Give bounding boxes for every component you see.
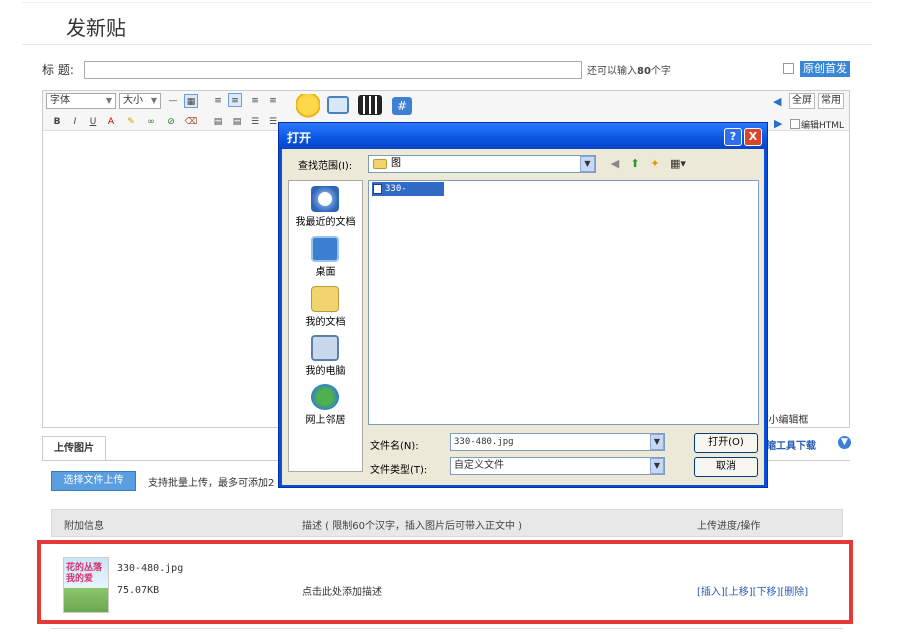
horizontal-rule-icon[interactable]: — [166,94,180,108]
font-select[interactable]: 字体 ▼ [46,93,116,109]
align-center-icon[interactable]: ≡ [228,93,242,107]
common-button[interactable]: 常用 [818,93,844,109]
align-right-icon[interactable]: ≡ [248,94,262,108]
ordered-list-icon[interactable]: ☰ [248,115,262,129]
desktop-icon [311,236,339,262]
image-file-icon [373,184,382,194]
title-input[interactable] [84,61,582,79]
edit-html-label: 编辑HTML [801,121,845,131]
page-title: 发新贴 [66,16,126,40]
image-icon[interactable] [327,96,349,114]
download-icon[interactable]: ▼ [838,436,851,449]
chevron-down-icon[interactable]: ▼ [650,434,664,450]
choose-file-upload-button[interactable]: 选择文件上传 [51,471,136,491]
video-icon[interactable] [358,95,382,115]
place-my-documents[interactable]: 我的文档 [288,313,363,328]
folder-icon [373,159,387,169]
file-entry[interactable]: 330-480.jpg [372,182,444,208]
table-icon[interactable]: ▦ [184,94,198,108]
header-progress: 上传进度/操作 [697,521,761,532]
my-computer-icon [311,335,339,361]
network-icon [311,384,339,410]
top-divider [22,2,872,3]
indent-icon[interactable]: ▤ [211,115,225,129]
font-color-icon[interactable]: A [104,115,118,129]
open-button[interactable]: 打开(O) [694,433,758,453]
format-clear-icon[interactable]: ⌫ [184,115,198,129]
file-name-input[interactable]: 330-480.jpg [450,433,665,451]
cancel-button[interactable]: 取消 [694,457,758,477]
chevron-down-icon[interactable]: ▼ [650,458,664,474]
header-desc: 描述 ( 限制60个汉字，插入图片后可带入正文中 ) [302,521,523,532]
up-folder-icon[interactable]: ⬆ [628,157,642,171]
size-select[interactable]: 大小 ▼ [119,93,161,109]
title-label: 标 题: [42,63,74,77]
recent-documents-icon [311,186,339,212]
file-name-label: 文件名(N): [370,441,419,452]
underline-icon[interactable]: U [86,115,100,129]
char-count-hint: 还可以输入80个字 [587,62,671,77]
char-hint-prefix: 还可以输入 [587,66,637,77]
highlight-icon[interactable]: ✎ [124,115,138,129]
size-select-label: 大小 [123,95,143,106]
font-select-label: 字体 [50,95,70,106]
original-label[interactable]: 原创首发 [800,61,850,77]
align-left-icon[interactable]: ≡ [211,94,225,108]
char-hint-suffix: 个字 [650,66,671,77]
tab-upload-image[interactable]: 上传图片 [42,436,106,461]
fullscreen-button[interactable]: 全屏 [789,93,815,109]
chevron-down-icon: ▼ [150,96,157,105]
help-button[interactable]: ? [724,128,742,146]
italic-icon[interactable]: I [68,115,82,129]
back-icon[interactable]: ◀ [608,157,622,171]
row-divider [51,628,843,629]
link-icon[interactable]: ∞ [144,115,158,129]
place-my-computer[interactable]: 我的电脑 [288,362,363,377]
undo-icon[interactable]: ◀ [773,95,781,108]
emoji-icon[interactable] [296,94,320,118]
look-in-combo[interactable]: 图 [368,155,596,173]
place-desktop[interactable]: 桌面 [288,263,363,278]
file-type-label: 文件类型(T): [370,465,428,476]
topic-icon[interactable]: # [392,97,412,115]
chevron-down-icon[interactable]: ▼ [580,156,595,172]
file-type-select[interactable]: 自定义文件 [450,457,665,475]
file-list[interactable] [368,180,759,425]
dialog-title: 打开 [287,131,312,145]
unlink-icon[interactable]: ⊘ [164,115,178,129]
align-justify-icon[interactable]: ≡ [266,94,280,108]
bold-icon[interactable]: B [50,115,64,129]
redo-icon[interactable]: ▶ [774,117,782,130]
dialog-titlebar[interactable] [279,123,767,149]
batch-upload-note: 支持批量上传，最多可添加2 [148,478,275,489]
close-button[interactable]: X [744,128,762,146]
my-documents-icon [311,286,339,312]
view-menu-icon[interactable]: ▦▾ [668,157,688,171]
outdent-icon[interactable]: ▤ [230,115,244,129]
header-info: 附加信息 [64,521,104,532]
edit-html-checkbox[interactable] [790,119,800,129]
look-in-label: 查找范围(I): [298,161,353,172]
new-folder-icon[interactable]: ✦ [648,157,662,171]
place-network[interactable]: 网上邻居 [288,411,363,426]
original-checkbox[interactable] [783,63,794,74]
header-divider [22,44,872,45]
place-recent[interactable]: 我最近的文档 [288,213,363,228]
chevron-down-icon: ▼ [105,96,112,105]
char-hint-count: 80 [637,66,651,77]
highlight-frame [37,540,853,624]
